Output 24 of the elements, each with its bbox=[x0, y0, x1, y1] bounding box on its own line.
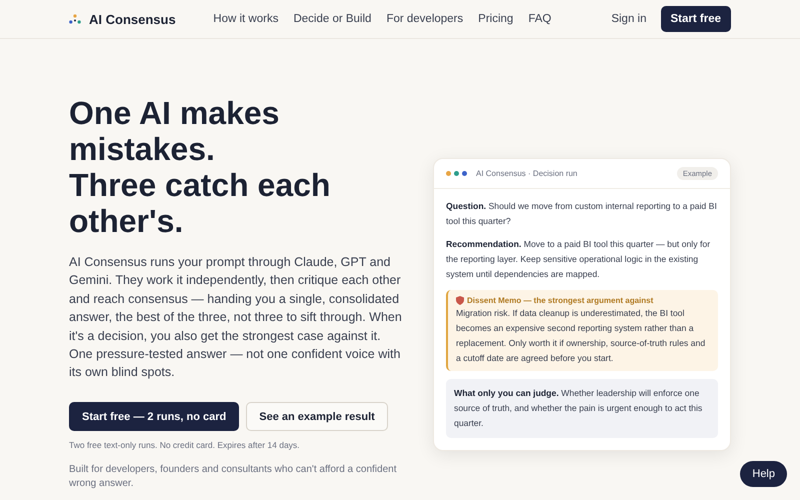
judgement-note: What only you can judge. Whether leadership will enforce one source of truth, and whether the pain is urgent enough to act this quarter. bbox=[446, 379, 718, 438]
shield-icon bbox=[456, 296, 464, 305]
card-title: AI Consensus · Decision run bbox=[476, 169, 578, 178]
nav-link[interactable]: How it works bbox=[213, 13, 278, 25]
hero-title: Three catch each other's. bbox=[69, 167, 332, 239]
nav-link[interactable]: Decide or Build bbox=[293, 13, 372, 25]
card-paragraph: Recommendation. Move to a paid BI tool this quarter — but only for the reporting layer. Keep sensitive operational logic in the existing system until dependencies are mapped. bbox=[446, 238, 712, 281]
logo-icon bbox=[69, 14, 81, 24]
start-free-button[interactable]: Start free bbox=[660, 6, 731, 32]
nav-link[interactable]: Pricing bbox=[478, 13, 514, 25]
nav-link[interactable]: For developers bbox=[386, 13, 464, 25]
help-button[interactable]: Help bbox=[740, 461, 787, 487]
nav-link[interactable]: FAQ bbox=[528, 13, 552, 25]
example-result-button[interactable]: See an example result bbox=[246, 402, 388, 431]
brand-name: AI Consensus bbox=[89, 12, 176, 26]
start-free-button[interactable]: Start free — 2 runs, no card bbox=[69, 402, 240, 431]
hero-title: One AI makes mistakes. bbox=[69, 95, 280, 167]
memo-heading: Dissent Memo — the strongest argument against bbox=[467, 296, 654, 305]
sign-in-link[interactable]: Sign in bbox=[611, 13, 646, 25]
memo-text: Migration risk. If data cleanup is underestimated, the BI tool becomes an expensive second reporting system rather than a replacement. Only worth it if ownership, source-of-truth rules and a cutoff date are agreed before you start. bbox=[456, 307, 706, 365]
hero-description: AI Consensus runs your prompt through Claude, GPT and Gemini. They work it independently, then critique each other and reach consensus — handing you a single, consolidated answer, the best of the three, not three to sift through. When it's a decision, you also get the strongest case against it. One pressure-tested answer — not one confident voice with its own blind spots. bbox=[69, 254, 403, 382]
trial-note: Two free text-only runs. No credit card. Expires after 14 days. bbox=[69, 440, 301, 450]
card-paragraph: Question. Should we move from custom internal reporting to a paid BI tool this quarter? bbox=[446, 200, 718, 228]
audience-text: Built for developers, founders and consultants who can't afford a confident wrong answer. bbox=[69, 462, 398, 491]
